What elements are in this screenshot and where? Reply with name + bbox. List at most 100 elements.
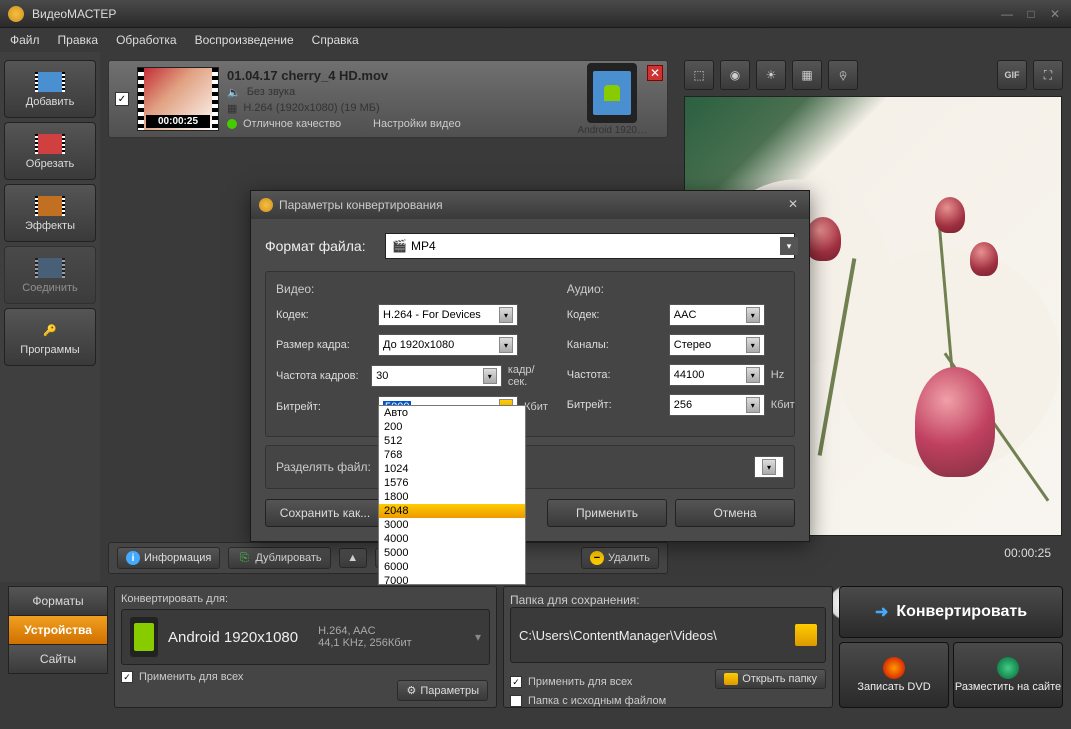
file-name: 01.04.17 cherry_4 HD.mov (227, 68, 570, 83)
a-bitrate-field[interactable]: 256▾ (669, 394, 765, 416)
apply-all-label: Применить для всех (139, 671, 243, 683)
file-list-item[interactable]: ✓ 00:00:25 01.04.17 cherry_4 HD.mov 🔈Без… (108, 60, 668, 138)
sidebar-add[interactable]: Добавить (4, 60, 96, 118)
a-freq-field[interactable]: 44100▾ (669, 364, 765, 386)
apply-all-checkbox-2[interactable]: ✓ (510, 676, 522, 688)
bitrate-option[interactable]: 768 (379, 448, 525, 462)
device-sub1: H.264, AAC (318, 625, 412, 637)
duplicate-icon: ⎘ (237, 551, 251, 565)
v-fps-label: Частота кадров: (276, 370, 365, 382)
fps-unit: кадр/сек. (508, 364, 551, 388)
frame-tool-button[interactable]: ▦ (792, 60, 822, 90)
v-codec-field[interactable]: H.264 - For Devices▾ (378, 304, 518, 326)
duplicate-button[interactable]: ⎘ Дублировать (228, 547, 330, 569)
fullscreen-button[interactable]: ⛶ (1033, 60, 1063, 90)
close-button[interactable]: ✕ (1047, 6, 1063, 22)
open-folder-button[interactable]: Открыть папку (715, 669, 826, 689)
bitrate-option[interactable]: 1800 (379, 490, 525, 504)
a-br-label: Битрейт: (567, 399, 663, 411)
key-icon: 🔑 (36, 318, 64, 342)
bitrate-option[interactable]: 512 (379, 434, 525, 448)
speed-tool-button[interactable]: 𖠕 (828, 60, 858, 90)
enhance-tool-button[interactable]: ◉ (720, 60, 750, 90)
split-field-2[interactable]: ▾ (754, 456, 784, 478)
preview-time: 00:00:25 (1004, 546, 1051, 560)
film-fx-icon (38, 196, 62, 216)
bitrate-option[interactable]: 1576 (379, 476, 525, 490)
file-settings-link[interactable]: Настройки видео (373, 118, 461, 130)
sidebar-cut[interactable]: Обрезать (4, 122, 96, 180)
bitrate-dropdown-list[interactable]: Авто200512768102415761800204830004000500… (378, 405, 526, 585)
file-audio: Без звука (247, 86, 296, 98)
gear-icon: ⚙ (406, 684, 416, 697)
info-button[interactable]: i Информация (117, 547, 220, 569)
file-checkbox[interactable]: ✓ (115, 92, 129, 106)
tab-formats[interactable]: Форматы (8, 586, 108, 616)
minimize-button[interactable]: — (999, 6, 1015, 22)
dialog-title: Параметры конвертирования (279, 198, 443, 212)
bitrate-option[interactable]: 6000 (379, 560, 525, 574)
a-channels-field[interactable]: Стерео▾ (669, 334, 765, 356)
same-folder-checkbox[interactable] (510, 695, 522, 707)
device-info-row[interactable]: Android 1920x1080 H.264, AAC 44,1 KHz, 2… (121, 609, 490, 665)
params-button[interactable]: ⚙ Параметры (397, 680, 488, 701)
bitrate-option[interactable]: 1024 (379, 462, 525, 476)
sidebar-effects[interactable]: Эффекты (4, 184, 96, 242)
convert-arrow-icon: ➜ (875, 602, 888, 622)
bitrate-option[interactable]: Авто (379, 406, 525, 420)
save-as-button[interactable]: Сохранить как... (265, 499, 385, 527)
menu-help[interactable]: Справка (312, 33, 359, 47)
kbit-unit-2: Кбит (771, 399, 795, 411)
sidebar-programs[interactable]: 🔑 Программы (4, 308, 96, 366)
bitrate-option[interactable]: 4000 (379, 532, 525, 546)
file-remove-button[interactable]: ✕ (647, 65, 663, 81)
globe-icon (997, 657, 1019, 679)
apply-all-checkbox[interactable]: ✓ (121, 671, 133, 683)
gif-button[interactable]: GIF (997, 60, 1027, 90)
gear-icon: ⚙ (357, 118, 367, 131)
maximize-button[interactable]: □ (1023, 6, 1039, 22)
publish-button[interactable]: Разместить на сайте (953, 642, 1063, 708)
sidebar-programs-label: Программы (20, 344, 79, 356)
bitrate-option[interactable]: 7000 (379, 574, 525, 585)
a-codec-field[interactable]: AAC▾ (669, 304, 765, 326)
brightness-tool-button[interactable]: ☀ (756, 60, 786, 90)
tab-sites[interactable]: Сайты (8, 644, 108, 674)
quality-indicator-icon (227, 119, 237, 129)
menu-playback[interactable]: Воспроизведение (195, 33, 294, 47)
apply-button[interactable]: Применить (547, 499, 667, 527)
menu-edit[interactable]: Правка (58, 33, 99, 47)
a-ch-label: Каналы: (567, 339, 663, 351)
file-thumbnail[interactable]: 00:00:25 (137, 67, 219, 131)
save-folder-label: Папка для сохранения: (510, 593, 826, 607)
same-folder-label: Папка с исходным файлом (528, 695, 666, 707)
chevron-down-icon[interactable]: ▾ (475, 630, 481, 644)
bitrate-option[interactable]: 200 (379, 420, 525, 434)
format-field[interactable]: 🎬 MP4 ▾ (385, 233, 795, 259)
delete-button[interactable]: − Удалить (581, 547, 659, 569)
convert-button[interactable]: ➜ Конвертировать (839, 586, 1063, 638)
burn-dvd-button[interactable]: Записать DVD (839, 642, 949, 708)
menu-process[interactable]: Обработка (116, 33, 177, 47)
bitrate-option[interactable]: 3000 (379, 518, 525, 532)
device-label: Android 1920… (578, 125, 648, 136)
bitrate-option[interactable]: 2048 (379, 504, 525, 518)
move-up-button[interactable]: ▲ (339, 548, 367, 568)
save-path-row[interactable]: C:\Users\ContentManager\Videos\ (510, 607, 826, 663)
chevron-down-icon[interactable]: ▾ (780, 237, 798, 255)
menu-file[interactable]: Файл (10, 33, 40, 47)
v-size-field[interactable]: До 1920x1080▾ (378, 334, 518, 356)
tab-devices[interactable]: Устройства (8, 615, 108, 645)
bitrate-option[interactable]: 5000 (379, 546, 525, 560)
dialog-close-button[interactable]: ✕ (785, 197, 801, 213)
film-add-icon (38, 72, 62, 92)
convert-params-dialog: Параметры конвертирования ✕ Формат файла… (250, 190, 810, 542)
convert-for-label: Конвертировать для: (121, 593, 490, 605)
v-fps-field[interactable]: 30▾ (371, 365, 502, 387)
device-sub2: 44,1 KHz, 256Кбит (318, 637, 412, 649)
folder-icon[interactable] (795, 624, 817, 646)
crop-tool-button[interactable]: ⬚ (684, 60, 714, 90)
audio-section-header: Аудио: (567, 282, 795, 296)
cancel-button[interactable]: Отмена (675, 499, 795, 527)
device-name: Android 1920x1080 (168, 629, 298, 646)
